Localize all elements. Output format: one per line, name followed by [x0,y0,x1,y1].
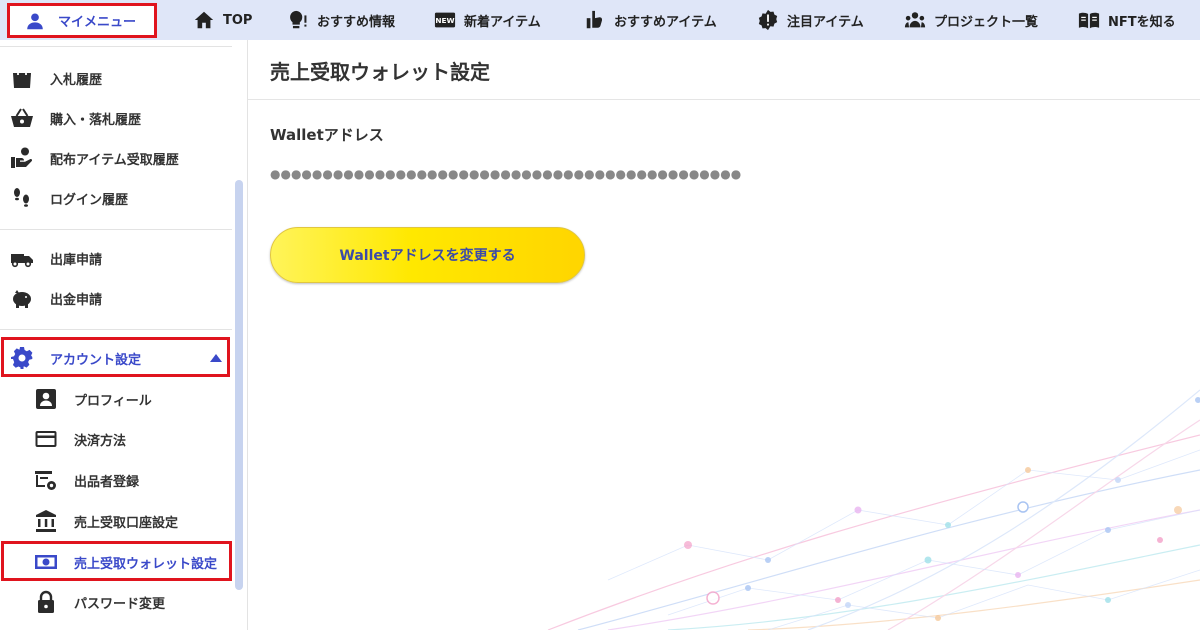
wallet-address-label: Walletアドレス [270,126,384,144]
sidebar-divider [0,46,232,47]
nav-recommended-info-label: おすすめ情報 [317,14,396,30]
sidebar-subitem-label: プロフィール [74,393,152,409]
change-wallet-address-button[interactable]: Walletアドレスを変更する [270,227,585,283]
thumb-up-icon [586,10,603,29]
my-menu-label: マイメニュー [58,15,137,30]
sidebar-item-bid-history[interactable]: 入札履歴 [10,63,102,93]
sidebar-item-label: 入札履歴 [50,72,103,88]
sidebar-item-label: 購入・落札履歴 [50,112,142,128]
top-navigation-bar: マイメニュー TOP おすすめ情報 NEW 新着アイテム おすすめアイテム 注目… [0,0,1200,40]
page-title: 売上受取ウォレット設定 [270,60,490,84]
shopping-bag-icon [13,67,31,88]
nav-top[interactable]: TOP [193,0,252,40]
highlight-wallet-settings [1,541,232,581]
nav-learn-nft-label: NFTを知る [1108,14,1176,30]
nav-project-list[interactable]: プロジェクト一覧 [904,0,1038,40]
bank-icon [36,510,56,532]
sidebar: 入札履歴 購入・落札履歴 配布アイテム受取履歴 ログイン履歴 出庫申請 出金申請… [0,40,248,630]
sidebar-subitem-label: 決済方法 [74,433,127,449]
nav-recommended-items-label: おすすめアイテム [614,14,717,30]
nav-new-items[interactable]: NEW 新着アイテム [434,0,541,40]
sidebar-item-purchase-history[interactable]: 購入・落札履歴 [10,103,141,133]
nav-featured-items[interactable]: 注目アイテム [757,0,864,40]
sidebar-subitem-label: パスワード変更 [74,596,166,612]
home-icon [194,11,214,29]
lock-icon [38,590,54,613]
network-decoration [547,389,1200,630]
lightbulb-icon [290,10,307,29]
footprints-icon [14,188,29,207]
sidebar-subitem-profile[interactable]: プロフィール [34,384,152,414]
sidebar-item-label: ログイン履歴 [50,192,129,208]
new-badge-icon: NEW [434,12,456,28]
my-menu-button[interactable]: マイメニュー [7,3,157,38]
change-wallet-address-label: Walletアドレスを変更する [339,248,516,264]
sidebar-subitem-seller-registration[interactable]: 出品者登録 [34,465,139,495]
svg-text:NEW: NEW [435,16,454,25]
nav-featured-items-label: 注目アイテム [787,14,864,30]
nav-recommended-items[interactable]: おすすめアイテム [584,0,717,40]
sidebar-item-label: 配布アイテム受取履歴 [50,152,179,168]
highlight-account-settings [1,337,230,377]
title-divider [248,99,1200,100]
sidebar-item-label: 出金申請 [50,292,103,308]
sidebar-item-label: 出庫申請 [50,252,103,268]
nav-top-label: TOP [223,12,253,28]
sidebar-item-shipping-request[interactable]: 出庫申請 [10,243,102,273]
hand-receive-icon [11,147,33,168]
profile-card-icon [36,389,56,409]
sidebar-subitem-password-change[interactable]: パスワード変更 [34,587,165,617]
person-icon [27,12,43,29]
sidebar-item-distributed-items-history[interactable]: 配布アイテム受取履歴 [10,143,179,173]
sidebar-divider [0,329,232,330]
sidebar-subitem-label: 出品者登録 [74,474,140,490]
nav-recommended-info[interactable]: おすすめ情報 [287,0,395,40]
piggy-bank-icon [13,290,31,308]
sidebar-subitem-payment-method[interactable]: 決済方法 [34,424,126,454]
alert-badge-icon [758,9,778,31]
wallet-address-value: ●●●●●●●●●●●●●●●●●●●●●●●●●●●●●●●●●●●●●●●●… [270,167,742,181]
nav-learn-nft[interactable]: NFTを知る [1078,0,1176,40]
sidebar-item-withdrawal-request[interactable]: 出金申請 [10,283,102,313]
sidebar-subitem-label: 売上受取口座設定 [74,515,179,531]
group-icon [904,12,926,28]
main-content: 売上受取ウォレット設定 Walletアドレス ●●●●●●●●●●●●●●●●●… [248,40,1200,630]
nav-project-list-label: プロジェクト一覧 [934,14,1039,30]
sidebar-divider [0,229,232,230]
sidebar-scrollbar[interactable] [235,180,243,590]
book-icon [1078,12,1100,29]
credit-card-icon [35,431,57,447]
register-settings-icon [35,471,56,490]
sidebar-subitem-bank-account[interactable]: 売上受取口座設定 [34,506,178,536]
basket-icon [11,108,33,127]
truck-icon [11,254,33,268]
sidebar-item-login-history[interactable]: ログイン履歴 [10,183,128,213]
nav-new-items-label: 新着アイテム [464,14,541,30]
